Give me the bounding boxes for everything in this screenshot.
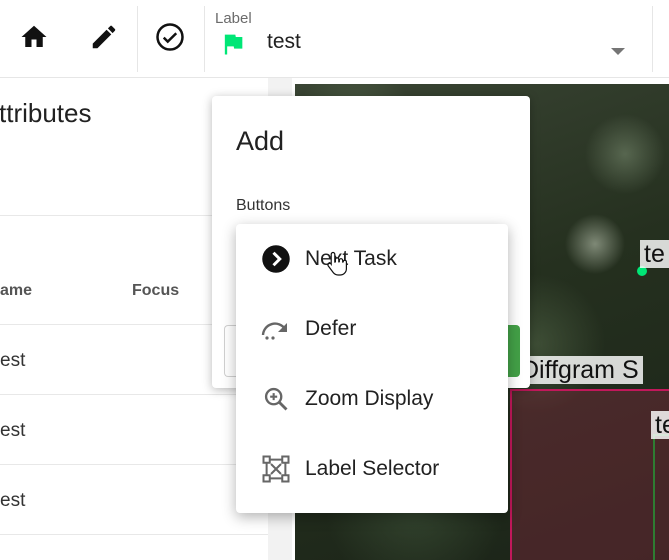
column-header-focus: Focus — [132, 282, 180, 299]
toolbar-divider — [652, 6, 653, 72]
instance-label: te — [651, 411, 669, 439]
table-row[interactable]: est — [0, 350, 25, 372]
menu-item-label-selector[interactable]: Label Selector — [236, 434, 508, 504]
app-root: te Diffgram S te Label test ttributes am… — [0, 0, 669, 560]
divider — [0, 464, 268, 465]
buttons-menu: Next Task Defer Zoom Display Label Selec… — [236, 224, 508, 513]
complete-button[interactable] — [150, 0, 190, 78]
flag-icon — [219, 30, 247, 63]
bounding-box[interactable] — [653, 434, 669, 560]
cancel-button[interactable] — [224, 325, 236, 377]
label-select-caption: Label — [215, 10, 252, 27]
edit-button[interactable] — [84, 0, 124, 78]
menu-item-label: Next Task — [305, 247, 397, 270]
menu-item-defer[interactable]: Defer — [236, 294, 508, 364]
selection-box-icon — [260, 453, 292, 485]
menu-item-zoom-display[interactable]: Zoom Display — [236, 364, 508, 434]
divider — [0, 534, 268, 535]
chevron-down-icon[interactable] — [610, 44, 626, 62]
column-header-name: ame — [0, 282, 33, 299]
panel-title: ttributes — [0, 98, 92, 128]
home-button[interactable] — [14, 0, 54, 78]
defer-arrow-icon — [260, 313, 292, 345]
check-circle-icon — [155, 22, 185, 57]
bounding-box[interactable] — [510, 389, 669, 560]
menu-item-label: Defer — [305, 317, 357, 340]
top-toolbar: Label test — [0, 0, 669, 78]
add-dialog-subtitle: Buttons — [236, 197, 291, 214]
zoom-in-icon — [260, 383, 292, 415]
add-dialog-title: Add — [236, 126, 285, 156]
instance-label: Diffgram S — [517, 356, 643, 384]
hand-cursor-icon — [326, 250, 348, 281]
label-select[interactable]: Label test — [205, 0, 650, 78]
divider — [0, 394, 268, 395]
label-select-value: test — [267, 30, 301, 53]
menu-item-label: Label Selector — [305, 457, 440, 480]
menu-item-next-task[interactable]: Next Task — [236, 224, 508, 294]
table-row[interactable]: est — [0, 490, 25, 512]
toolbar-divider — [137, 6, 138, 72]
next-arrow-icon — [260, 243, 292, 275]
table-row[interactable]: est — [0, 420, 25, 442]
home-icon — [19, 22, 49, 57]
menu-item-label: Zoom Display — [305, 387, 434, 410]
instance-label: te — [640, 240, 669, 268]
pencil-icon — [89, 22, 119, 57]
